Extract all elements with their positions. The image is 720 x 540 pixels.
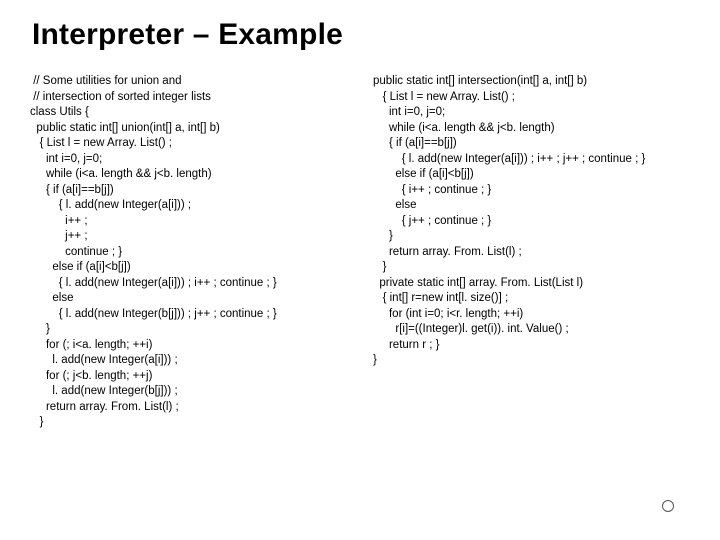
code-columns: // Some utilities for union and // inter… bbox=[30, 74, 690, 431]
code-left-column: // Some utilities for union and // inter… bbox=[30, 74, 347, 431]
slide-title: Interpreter – Example bbox=[32, 18, 690, 52]
code-right-column: public static int[] intersection(int[] a… bbox=[373, 74, 690, 431]
bullet-icon bbox=[662, 500, 674, 512]
slide: Interpreter – Example // Some utilities … bbox=[0, 0, 720, 540]
